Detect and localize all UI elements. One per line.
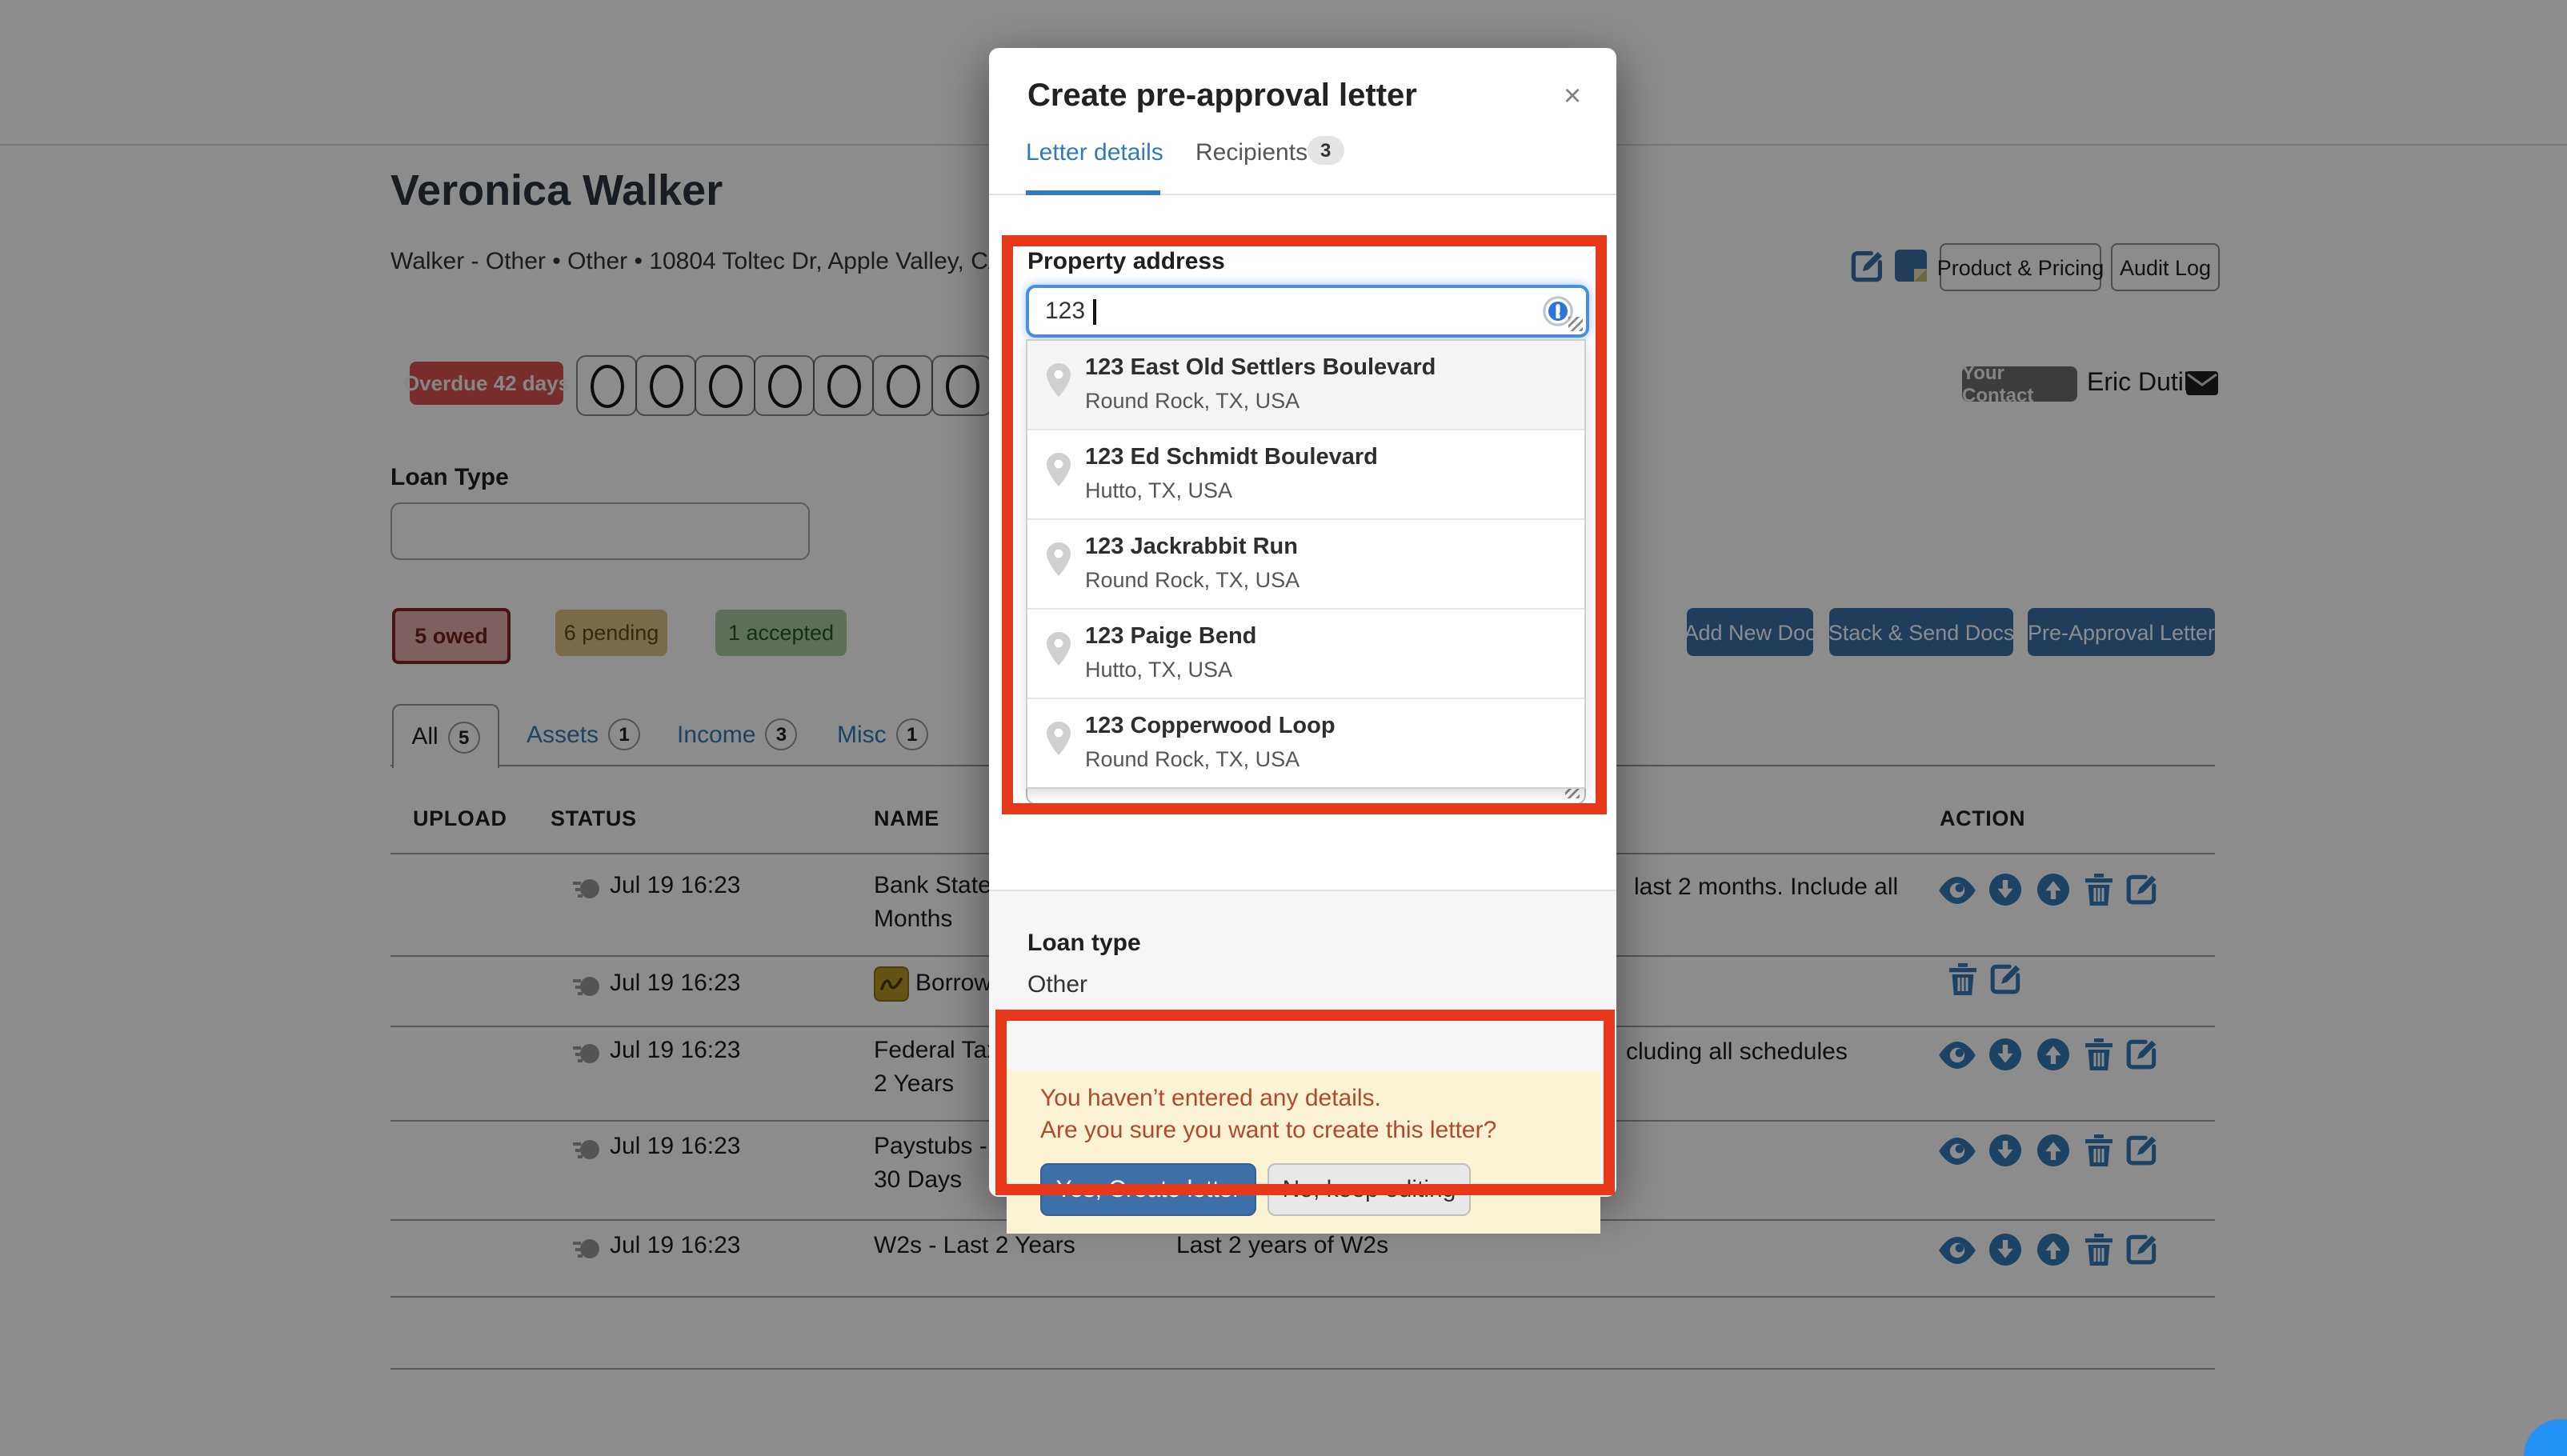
input-resize-grip[interactable] (1568, 317, 1583, 331)
map-pin-icon (1047, 722, 1071, 755)
address-suggestion[interactable]: 123 Paige Bend Hutto, TX, USA (1027, 610, 1584, 699)
modal-tab-recipients[interactable]: Recipients (1195, 139, 1308, 166)
suggestion-title: 123 Ed Schmidt Boulevard (1085, 445, 1378, 470)
no-keep-editing-button[interactable]: No, keep editing (1267, 1163, 1471, 1216)
suggestion-subtitle: Hutto, TX, USA (1085, 658, 1233, 682)
modal-footer: Loan type Other You haven’t entered any … (989, 890, 1616, 1234)
map-pin-icon (1047, 632, 1071, 666)
modal-loan-type-value: Other (1027, 971, 1088, 998)
suggestion-title: 123 Jackrabbit Run (1085, 534, 1298, 560)
recipients-count-badge: 3 (1308, 136, 1344, 165)
address-suggestions-dropdown: 123 East Old Settlers Boulevard Round Ro… (1026, 339, 1586, 789)
map-pin-icon (1047, 542, 1071, 576)
suggestion-subtitle: Hutto, TX, USA (1085, 478, 1233, 502)
close-icon[interactable]: × (1564, 82, 1581, 112)
address-suggestion[interactable]: 123 Ed Schmidt Boulevard Hutto, TX, USA (1027, 430, 1584, 520)
modal-tab-letter-details[interactable]: Letter details (1026, 139, 1163, 166)
suggestion-subtitle: Round Rock, TX, USA (1085, 568, 1300, 592)
suggestion-title: 123 Copperwood Loop (1085, 714, 1336, 739)
modal-loan-type-label: Loan type (1027, 930, 1141, 957)
warning-line1: You haven’t entered any details. (1040, 1085, 1381, 1112)
suggestion-title: 123 Paige Bend (1085, 624, 1257, 650)
no-keep-editing-label: No, keep editing (1282, 1176, 1456, 1203)
suggestion-title: 123 East Old Settlers Boulevard (1085, 355, 1436, 381)
yes-create-letter-button[interactable]: Yes, Create letter (1040, 1163, 1256, 1216)
address-suggestion[interactable]: 123 Copperwood Loop Round Rock, TX, USA (1027, 699, 1584, 787)
property-address-value: 123 (1045, 298, 1086, 325)
modal-title: Create pre-approval letter (1027, 78, 1417, 114)
map-pin-icon (1047, 453, 1071, 486)
yes-create-letter-label: Yes, Create letter (1055, 1176, 1241, 1203)
address-suggestion[interactable]: 123 East Old Settlers Boulevard Round Ro… (1027, 341, 1584, 430)
suggestion-subtitle: Round Rock, TX, USA (1085, 389, 1300, 413)
address-suggestion[interactable]: 123 Jackrabbit Run Round Rock, TX, USA (1027, 520, 1584, 610)
app-window: Boulder Mortgage Group s Audit Log eric@… (0, 0, 2567, 1456)
property-address-label: Property address (1027, 248, 1225, 275)
create-preapproval-modal: Create pre-approval letter × Letter deta… (989, 48, 1616, 1234)
property-address-input[interactable]: 123 (1026, 285, 1589, 338)
confirm-warning-box: You haven’t entered any details. Are you… (1007, 1070, 1600, 1234)
suggestion-subtitle: Round Rock, TX, USA (1085, 747, 1300, 771)
active-tab-underline (1026, 190, 1160, 195)
warning-line2: Are you sure you want to create this let… (1040, 1117, 1497, 1144)
text-caret (1093, 298, 1096, 324)
map-pin-icon (1047, 363, 1071, 397)
